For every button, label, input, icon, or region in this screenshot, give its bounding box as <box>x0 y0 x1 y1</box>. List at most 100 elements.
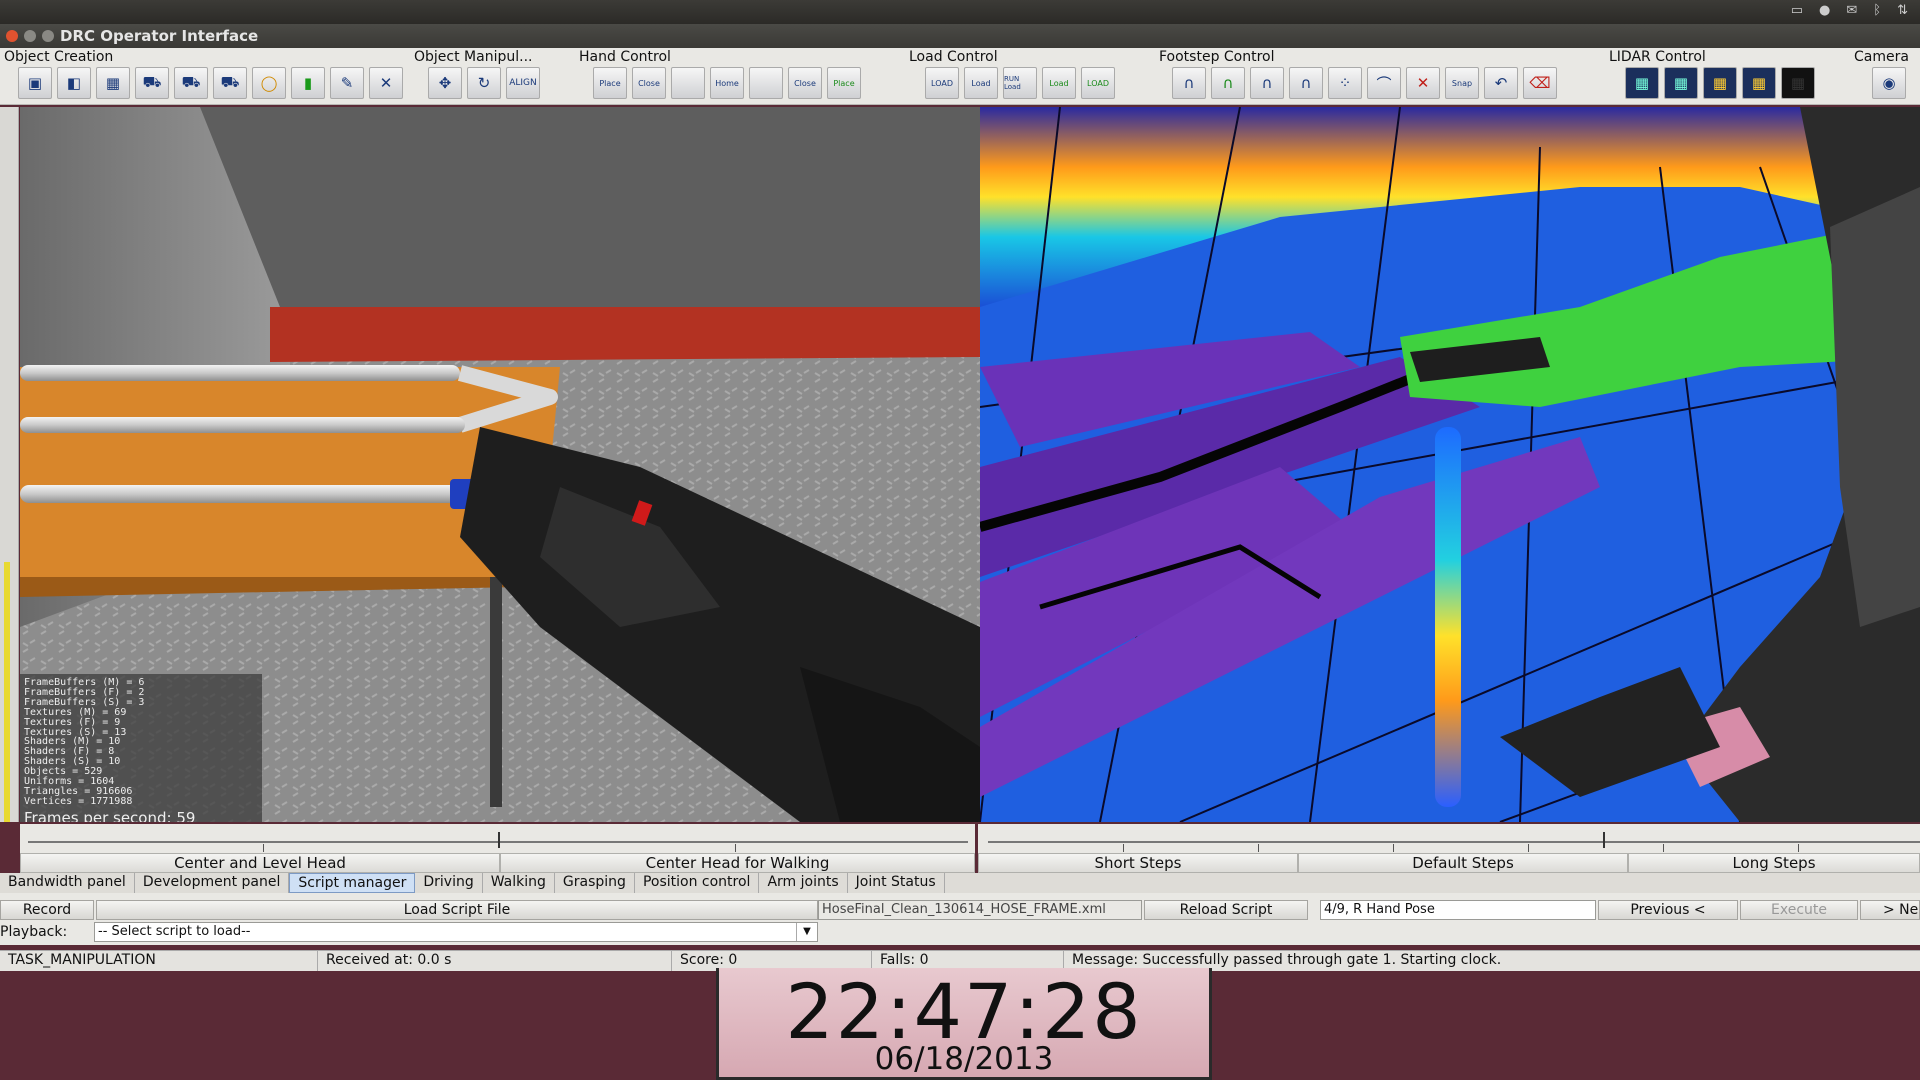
window-title: DRC Operator Interface <box>60 27 259 45</box>
short-steps-button[interactable]: Short Steps <box>978 853 1298 873</box>
grid-icon[interactable]: ▦ <box>96 67 130 99</box>
head-slider-knob[interactable] <box>498 832 500 848</box>
vehicle-icon[interactable]: ⛟ <box>174 67 208 99</box>
eye-icon[interactable]: ◉ <box>1872 67 1906 99</box>
ring-icon[interactable]: ◯ <box>252 67 286 99</box>
hand-home-icon[interactable]: Home <box>710 67 744 99</box>
align-icon[interactable]: ALIGN <box>506 67 540 99</box>
tab-development-panel[interactable]: Development panel <box>135 873 290 893</box>
foot-icon[interactable]: ∩ <box>1172 67 1206 99</box>
panel-tabs: Bandwidth panel Development panel Script… <box>0 873 1920 894</box>
hand-blank2-icon[interactable] <box>749 67 783 99</box>
hand-blank-icon[interactable] <box>671 67 705 99</box>
close-window-button[interactable] <box>6 30 18 42</box>
previous-step-button[interactable]: Previous < <box>1598 900 1738 920</box>
playback-label: Playback: <box>0 924 68 940</box>
tab-bandwidth-panel[interactable]: Bandwidth panel <box>0 873 135 893</box>
script-step-field[interactable]: 4/9, R Hand Pose <box>1320 900 1596 920</box>
hand-place-icon[interactable]: Place <box>593 67 627 99</box>
center-head-walking-button[interactable]: Center Head for Walking <box>500 853 975 873</box>
tab-joint-status[interactable]: Joint Status <box>848 873 945 893</box>
maximize-window-button[interactable] <box>42 30 54 42</box>
lidar3-icon[interactable]: ▦ <box>1703 67 1737 99</box>
scatter-icon[interactable]: ⁘ <box>1328 67 1362 99</box>
cube-icon[interactable]: ▣ <box>18 67 52 99</box>
clock-time: 22:47:28 <box>785 967 1143 1056</box>
foot4-icon[interactable]: ∩ <box>1289 67 1323 99</box>
task-clock: 22:47:28 06/18/2013 <box>716 968 1212 1080</box>
hand-place2-icon[interactable]: Place <box>827 67 861 99</box>
camera-viewport[interactable]: FrameBuffers (M) = 6 FrameBuffers (F) = … <box>20 107 980 822</box>
tab-walking[interactable]: Walking <box>483 873 555 893</box>
system-tray: ▭ ● ✉ ᛒ ⇅ <box>1791 3 1908 18</box>
snap-icon[interactable]: Snap <box>1445 67 1479 99</box>
delete-icon[interactable]: ⌫ <box>1523 67 1557 99</box>
scroll-indicator <box>4 562 10 822</box>
foot2-icon[interactable]: ∩ <box>1211 67 1245 99</box>
task-status: TASK_MANIPULATION <box>0 951 318 971</box>
lidar-icon[interactable]: ▦ <box>1625 67 1659 99</box>
long-steps-button[interactable]: Long Steps <box>1628 853 1920 873</box>
execute-button[interactable]: Execute <box>1740 900 1858 920</box>
load2-icon[interactable]: Load <box>964 67 998 99</box>
bluetooth-icon[interactable]: ᛒ <box>1873 3 1881 18</box>
lidar-control-group: LIDAR Control ▦ ▦ ▦ ▦ ▦ <box>1605 48 1850 104</box>
step-slider-knob[interactable] <box>1603 832 1606 848</box>
hand-close2-icon[interactable]: Close <box>788 67 822 99</box>
head-slider-area: Center and Level Head Center Head for Wa… <box>20 824 975 873</box>
tab-driving[interactable]: Driving <box>415 873 483 893</box>
object-creation-group: Object Creation ▣ ◧ ▦ ⛟ ⛟ ⛟ ◯ ▮ ✎ ✕ <box>0 48 405 104</box>
load-icon[interactable]: LOAD <box>925 67 959 99</box>
step-slider-track[interactable] <box>988 841 1920 843</box>
car-icon[interactable]: ⛟ <box>135 67 169 99</box>
left-panel-scrollbar[interactable] <box>0 107 19 822</box>
load4-icon[interactable]: LOAD <box>1081 67 1115 99</box>
cancel-icon[interactable]: ✕ <box>1406 67 1440 99</box>
tab-position-control[interactable]: Position control <box>635 873 760 893</box>
turn-icon[interactable]: ↶ <box>1484 67 1518 99</box>
slider-tick <box>1798 844 1799 852</box>
chevron-down-icon[interactable]: ▼ <box>796 923 817 941</box>
box-icon[interactable]: ◧ <box>57 67 91 99</box>
hand-close-icon[interactable]: Close <box>632 67 666 99</box>
fps-readout: Frames per second: 59 <box>24 808 196 822</box>
lidar-3d-viewport[interactable] <box>980 107 1920 822</box>
tab-script-manager[interactable]: Script manager <box>289 873 416 893</box>
vehicle-alt-icon[interactable]: ⛟ <box>213 67 247 99</box>
run-load-icon[interactable]: RUN Load <box>1003 67 1037 99</box>
script-select[interactable]: -- Select script to load-- ▼ <box>94 922 818 942</box>
reload-script-button[interactable]: Reload Script <box>1144 900 1308 920</box>
foot3-icon[interactable]: ∩ <box>1250 67 1284 99</box>
footstep-control-group: Footstep Control ∩ ∩ ∩ ∩ ⁘ ⌒ ✕ Snap ↶ ⌫ <box>1155 48 1605 104</box>
mail-icon[interactable]: ✉ <box>1846 3 1857 18</box>
camera-group: Camera ◉ <box>1850 48 1920 104</box>
load3-icon[interactable]: Load <box>1042 67 1076 99</box>
valve-icon[interactable]: ✕ <box>369 67 403 99</box>
received-at: Received at: 0.0 s <box>318 951 672 971</box>
minimize-window-button[interactable] <box>24 30 36 42</box>
folder-icon[interactable]: ▭ <box>1791 3 1803 18</box>
tool-icon[interactable]: ✎ <box>330 67 364 99</box>
slider-tick <box>1393 844 1394 852</box>
network-icon[interactable]: ⇅ <box>1897 3 1908 18</box>
next-step-button[interactable]: > Ne <box>1860 900 1920 920</box>
lidar5-icon[interactable]: ▦ <box>1781 67 1815 99</box>
lidar2-icon[interactable]: ▦ <box>1664 67 1698 99</box>
record-button[interactable]: Record <box>0 900 94 920</box>
move-icon[interactable]: ✥ <box>428 67 462 99</box>
tab-grasping[interactable]: Grasping <box>555 873 635 893</box>
center-level-head-button[interactable]: Center and Level Head <box>20 853 500 873</box>
pillar-icon[interactable]: ▮ <box>291 67 325 99</box>
group-label: Footstep Control <box>1159 49 1275 65</box>
tab-arm-joints[interactable]: Arm joints <box>759 873 848 893</box>
load-script-file-button[interactable]: Load Script File <box>96 900 818 920</box>
script-select-value: -- Select script to load-- <box>98 924 251 939</box>
rotate-icon[interactable]: ↻ <box>467 67 501 99</box>
path-icon[interactable]: ⌒ <box>1367 67 1401 99</box>
window-titlebar: DRC Operator Interface <box>0 24 1920 48</box>
toolbar: Object Creation ▣ ◧ ▦ ⛟ ⛟ ⛟ ◯ ▮ ✎ ✕ Obje… <box>0 48 1920 105</box>
step-slider-area: Short Steps Default Steps Long Steps <box>978 824 1920 873</box>
default-steps-button[interactable]: Default Steps <box>1298 853 1628 873</box>
record-icon[interactable]: ● <box>1819 3 1830 18</box>
lidar4-icon[interactable]: ▦ <box>1742 67 1776 99</box>
